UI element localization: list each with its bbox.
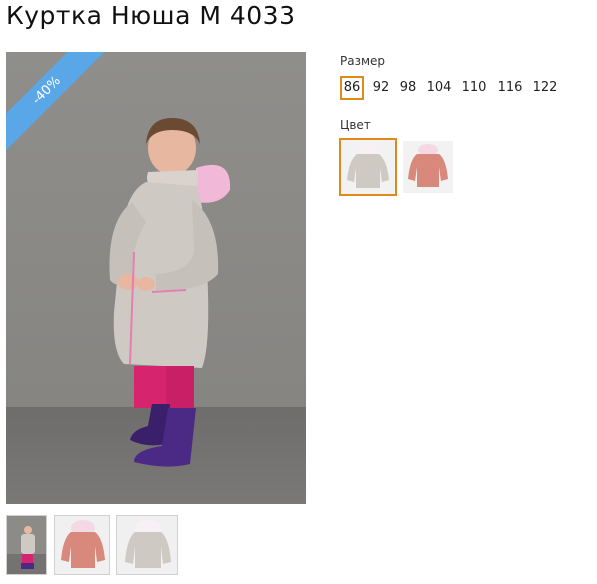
discount-badge: -40% xyxy=(6,52,106,152)
color-swatch-coral[interactable] xyxy=(403,141,453,193)
grey-jacket-thumb-icon xyxy=(125,520,171,568)
size-option-86[interactable]: 86 xyxy=(340,76,364,100)
size-option-104[interactable]: 104 xyxy=(423,76,455,100)
size-option-116[interactable]: 116 xyxy=(494,76,526,100)
main-product-image[interactable]: -40% xyxy=(6,52,306,504)
size-option-110[interactable]: 110 xyxy=(458,76,490,100)
thumbnail-grey-jacket[interactable] xyxy=(116,515,178,575)
color-label: Цвет xyxy=(340,118,371,132)
coral-jacket-icon xyxy=(408,144,448,187)
thumbnail-coral-jacket[interactable] xyxy=(54,515,110,575)
size-option-92[interactable]: 92 xyxy=(367,76,395,100)
size-label: Размер xyxy=(340,54,386,68)
girl-photo-thumb-icon xyxy=(7,526,46,574)
color-swatch-grey[interactable] xyxy=(339,138,397,196)
discount-ribbon: -40% xyxy=(6,52,106,152)
size-option-98[interactable]: 98 xyxy=(395,76,421,100)
thumbnail-girl-photo[interactable] xyxy=(6,515,47,575)
size-option-122[interactable]: 122 xyxy=(529,76,561,100)
grey-jacket-icon xyxy=(347,143,389,188)
coral-jacket-thumb-icon xyxy=(61,520,105,568)
product-title: Куртка Нюша М 4033 xyxy=(6,1,296,30)
